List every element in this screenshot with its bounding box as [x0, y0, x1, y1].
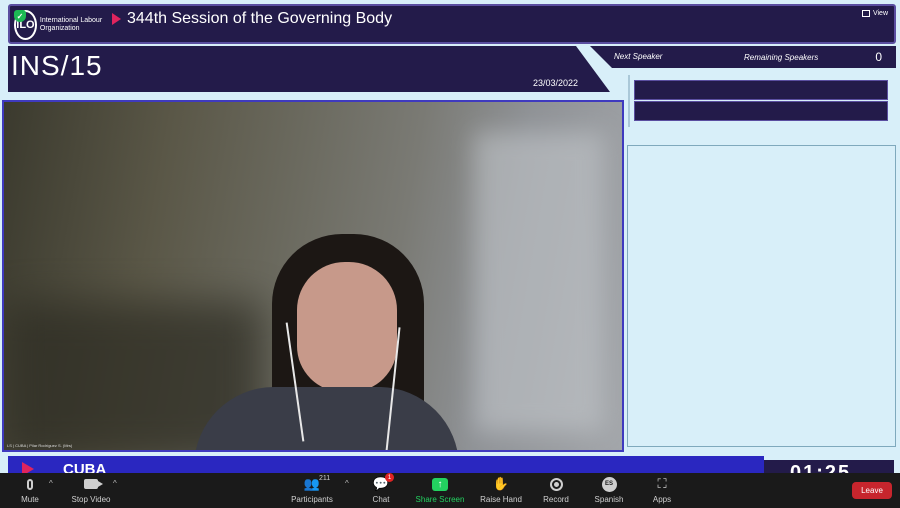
apps-icon: ⛶ [657, 476, 667, 491]
language-label: Spanish [594, 495, 624, 504]
chat-button[interactable]: 💬 1 Chat [351, 473, 411, 504]
stop-video-label: Stop Video [71, 495, 111, 504]
view-label: View [872, 10, 888, 17]
share-screen-button[interactable]: ↑ Share Screen [410, 476, 470, 504]
mute-label: Mute [21, 495, 39, 504]
security-shield-icon: ✓ [14, 10, 26, 22]
speakers-divider [628, 75, 630, 127]
view-button[interactable]: View [861, 10, 888, 17]
raise-hand-icon: ✋ [492, 476, 510, 491]
org-name: International Labour Organization [39, 17, 103, 32]
chat-label: Chat [372, 495, 390, 504]
record-icon [545, 476, 567, 492]
participants-label: Participants [291, 495, 333, 504]
video-participant-caption: LS | CUBA | Pilar Rodríguez S. (Mrs) [7, 443, 73, 448]
next-speaker-label: Next Speaker [614, 52, 663, 61]
meeting-toolbar: Mute ^ Stop Video ^ 👥 211 Participants ^ … [0, 473, 900, 508]
country-bar: CUBA [8, 456, 764, 478]
leave-button[interactable]: Leave [852, 482, 892, 499]
next-speaker-slot-1 [634, 80, 888, 100]
agenda-bar: INS/15 23/03/2022 [8, 46, 610, 92]
audio-options-chevron-icon[interactable]: ^ [49, 479, 53, 488]
record-label: Record [543, 495, 569, 504]
session-title: 344th Session of the Governing Body [127, 10, 393, 27]
participants-options-chevron-icon[interactable]: ^ [345, 479, 349, 488]
meeting-window: ILO ✓ International Labour Organization … [0, 0, 900, 508]
stop-video-button[interactable]: Stop Video [61, 476, 121, 504]
speakers-list-panel [627, 145, 896, 447]
raise-hand-label: Raise Hand [480, 495, 522, 504]
participants-count: 211 [319, 475, 331, 482]
remaining-speakers-label: Remaining Speakers [744, 53, 819, 62]
share-screen-label: Share Screen [415, 495, 465, 504]
speaker-face [297, 262, 397, 392]
grid-view-icon [861, 10, 870, 17]
apps-label: Apps [652, 495, 672, 504]
participants-button[interactable]: 👥 211 Participants [282, 475, 342, 504]
play-marker-icon [112, 13, 121, 25]
chat-unread-badge: 1 [385, 473, 394, 482]
share-screen-icon: ↑ [429, 476, 451, 492]
chat-bubble-icon: 💬 1 [370, 473, 394, 492]
apps-button[interactable]: ⛶ Apps [632, 476, 692, 504]
speakers-header: Next Speaker Remaining Speakers 0 [590, 46, 896, 68]
session-title-bar: ILO ✓ International Labour Organization … [8, 4, 896, 44]
active-speaker-video[interactable]: LS | CUBA | Pilar Rodríguez S. (Mrs) [2, 100, 624, 452]
agenda-code: INS/15 [11, 50, 103, 81]
language-interpretation-button[interactable]: ES Spanish [579, 476, 639, 504]
record-button[interactable]: Record [526, 476, 586, 504]
video-camera-icon [80, 476, 103, 492]
raise-hand-button[interactable]: ✋ Raise Hand [471, 476, 531, 504]
language-globe-icon: ES [598, 476, 620, 492]
next-speaker-slot-2 [634, 101, 888, 121]
ilo-logo: ILO ✓ International Labour Organization [14, 9, 110, 41]
video-background-window [474, 132, 604, 432]
microphone-icon [19, 476, 41, 492]
remaining-speakers-count: 0 [875, 50, 882, 64]
participants-icon: 👥 211 [303, 475, 331, 491]
video-options-chevron-icon[interactable]: ^ [113, 479, 117, 488]
ilo-emblem: ILO ✓ [14, 10, 37, 40]
agenda-date: 23/03/2022 [533, 78, 579, 88]
